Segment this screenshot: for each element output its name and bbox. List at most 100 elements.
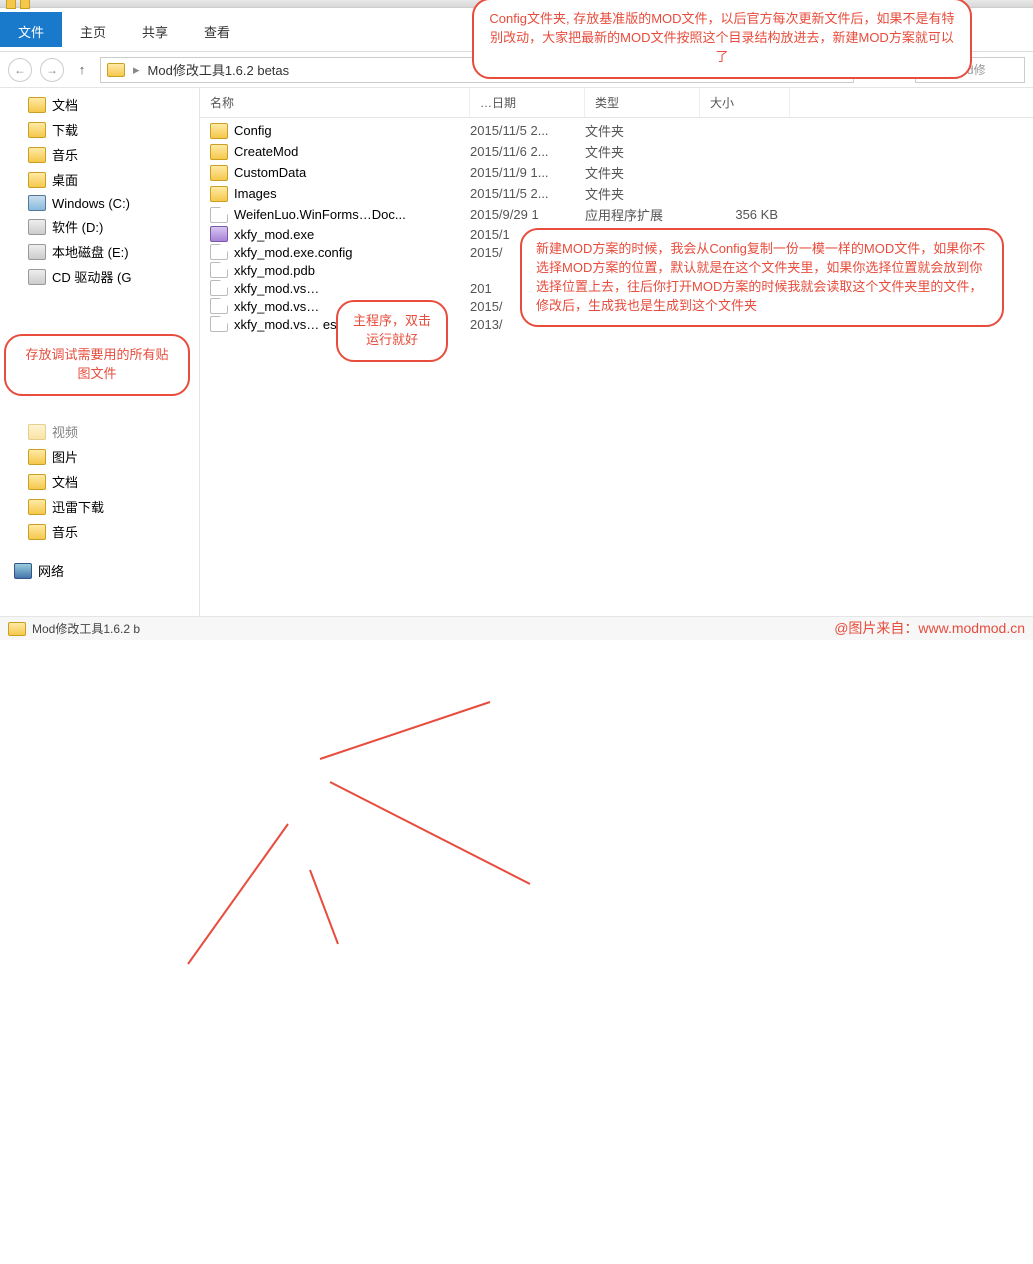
sidebar-item[interactable]: 迅雷下载	[0, 494, 199, 519]
file-date: 2015/11/6 2...	[470, 144, 585, 159]
chevron-right-icon: ▸	[133, 62, 140, 78]
folder-icon	[210, 123, 228, 139]
sidebar-item[interactable]: 文档	[0, 92, 199, 117]
ribbon-tab-view[interactable]: 查看	[186, 12, 248, 47]
file-date: 2015/9/29 1	[470, 207, 585, 222]
folder-icon	[28, 122, 46, 138]
file-type: 文件夹	[585, 184, 700, 203]
window-icon2	[20, 0, 30, 9]
file-row[interactable]: Images 2015/11/5 2...文件夹	[200, 183, 1033, 204]
sidebar-item-label: 下载	[52, 120, 78, 139]
sidebar-item-label: 视频	[52, 422, 78, 441]
exe-icon	[210, 226, 228, 242]
sidebar-item-label: 文档	[52, 95, 78, 114]
folder-icon	[28, 97, 46, 113]
file-name: xkfy_mod.vs… est	[234, 317, 340, 332]
file-type: 文件夹	[585, 163, 700, 182]
drive-icon	[28, 244, 46, 260]
sidebar-item-label: 网络	[38, 561, 64, 580]
nav-forward-button[interactable]: →	[40, 58, 64, 82]
callout-top: Config文件夹, 存放基准版的MOD文件，以后官方每次更新文件后，如果不是有…	[472, 0, 972, 79]
sidebar-item-label: 软件 (D:)	[52, 217, 103, 236]
file-date: 2015/11/5 2...	[470, 186, 585, 201]
folder-icon	[107, 63, 125, 77]
file-name: CreateMod	[234, 144, 298, 159]
file-name: Images	[234, 186, 277, 201]
file-type: 应用程序扩展	[585, 205, 700, 224]
window-icon	[6, 0, 16, 9]
file-icon	[210, 280, 228, 296]
sidebar-item-label: 音乐	[52, 522, 78, 541]
file-name: xkfy_mod.vs…	[234, 281, 319, 296]
sidebar-item-label: 图片	[52, 447, 78, 466]
file-name: CustomData	[234, 165, 306, 180]
column-headers: 名称 …日期 类型 大小	[200, 88, 1033, 118]
sidebar-item-label: CD 驱动器 (G	[52, 267, 131, 286]
status-text: Mod修改工具1.6.2 b	[32, 620, 140, 637]
sidebar-item[interactable]: 音乐	[0, 519, 199, 544]
sidebar-item[interactable]: 软件 (D:)	[0, 214, 199, 239]
file-name: xkfy_mod.vs…	[234, 299, 319, 314]
folder-icon	[28, 449, 46, 465]
sidebar-item[interactable]: 下载	[0, 117, 199, 142]
file-date: 2015/11/9 1...	[470, 165, 585, 180]
net-icon	[14, 563, 32, 579]
folder-icon	[28, 172, 46, 188]
annotation-arrows	[0, 624, 1033, 1264]
sidebar-item-label: 本地磁盘 (E:)	[52, 242, 129, 261]
sidebar-item[interactable]: 音乐	[0, 142, 199, 167]
ribbon-tab-share[interactable]: 共享	[124, 12, 186, 47]
col-date[interactable]: …日期	[470, 88, 585, 117]
sidebar-item[interactable]: 本地磁盘 (E:)	[0, 239, 199, 264]
file-icon	[210, 244, 228, 260]
folder-icon	[210, 186, 228, 202]
sidebar-item[interactable]: 图片	[0, 444, 199, 469]
sidebar-item[interactable]: Windows (C:)	[0, 192, 199, 214]
callout-mid: 主程序，双击运行就好	[336, 300, 448, 362]
ribbon-tab-file[interactable]: 文件	[0, 12, 62, 47]
col-size[interactable]: 大小	[700, 88, 790, 117]
file-icon	[210, 316, 228, 332]
callout-left: 存放调试需要用的所有贴图文件	[4, 334, 190, 396]
sidebar-item-label: Windows (C:)	[52, 196, 130, 211]
sidebar-item-label: 桌面	[52, 170, 78, 189]
sidebar-item[interactable]: 网络	[0, 558, 199, 583]
col-name[interactable]: 名称	[200, 88, 470, 117]
folder-icon	[28, 524, 46, 540]
file-icon	[210, 298, 228, 314]
file-name: WeifenLuo.WinForms…Doc...	[234, 207, 406, 222]
sidebar-item[interactable]: 文档	[0, 469, 199, 494]
drive-icon	[28, 219, 46, 235]
file-name: xkfy_mod.exe.config	[234, 245, 353, 260]
file-date: 2015/11/5 2...	[470, 123, 585, 138]
file-type: 文件夹	[585, 121, 700, 140]
file-size: 356 KB	[700, 207, 790, 222]
file-icon	[210, 262, 228, 278]
breadcrumb-current[interactable]: Mod修改工具1.6.2 betas	[148, 60, 290, 79]
folder-icon	[28, 424, 46, 440]
folder-icon	[8, 622, 26, 636]
file-row[interactable]: CreateMod 2015/11/6 2...文件夹	[200, 141, 1033, 162]
file-name: xkfy_mod.pdb	[234, 263, 315, 278]
pc-icon	[28, 195, 46, 211]
nav-back-button[interactable]: ←	[8, 58, 32, 82]
drive-icon	[28, 269, 46, 285]
col-type[interactable]: 类型	[585, 88, 700, 117]
ribbon-tab-home[interactable]: 主页	[62, 12, 124, 47]
file-type: 文件夹	[585, 142, 700, 161]
folder-icon	[28, 147, 46, 163]
nav-up-button[interactable]: ↑	[72, 60, 92, 80]
file-name: Config	[234, 123, 272, 138]
file-row[interactable]: CustomData 2015/11/9 1...文件夹	[200, 162, 1033, 183]
sidebar-item[interactable]: CD 驱动器 (G	[0, 264, 199, 289]
sidebar-item[interactable]: 视频	[0, 419, 199, 444]
sidebar-item-label: 音乐	[52, 145, 78, 164]
file-row[interactable]: WeifenLuo.WinForms…Doc... 2015/9/29 1应用程序…	[200, 204, 1033, 225]
file-pane: 名称 …日期 类型 大小 Config2015/11/5 2...文件夹Crea…	[200, 88, 1033, 624]
sidebar-item[interactable]: 桌面	[0, 167, 199, 192]
file-row[interactable]: Config 2015/11/5 2...文件夹	[200, 120, 1033, 141]
folder-icon	[210, 165, 228, 181]
file-icon	[210, 207, 228, 223]
watermark: @图片来自：www.modmod.cn	[834, 618, 1025, 638]
folder-icon	[210, 144, 228, 160]
